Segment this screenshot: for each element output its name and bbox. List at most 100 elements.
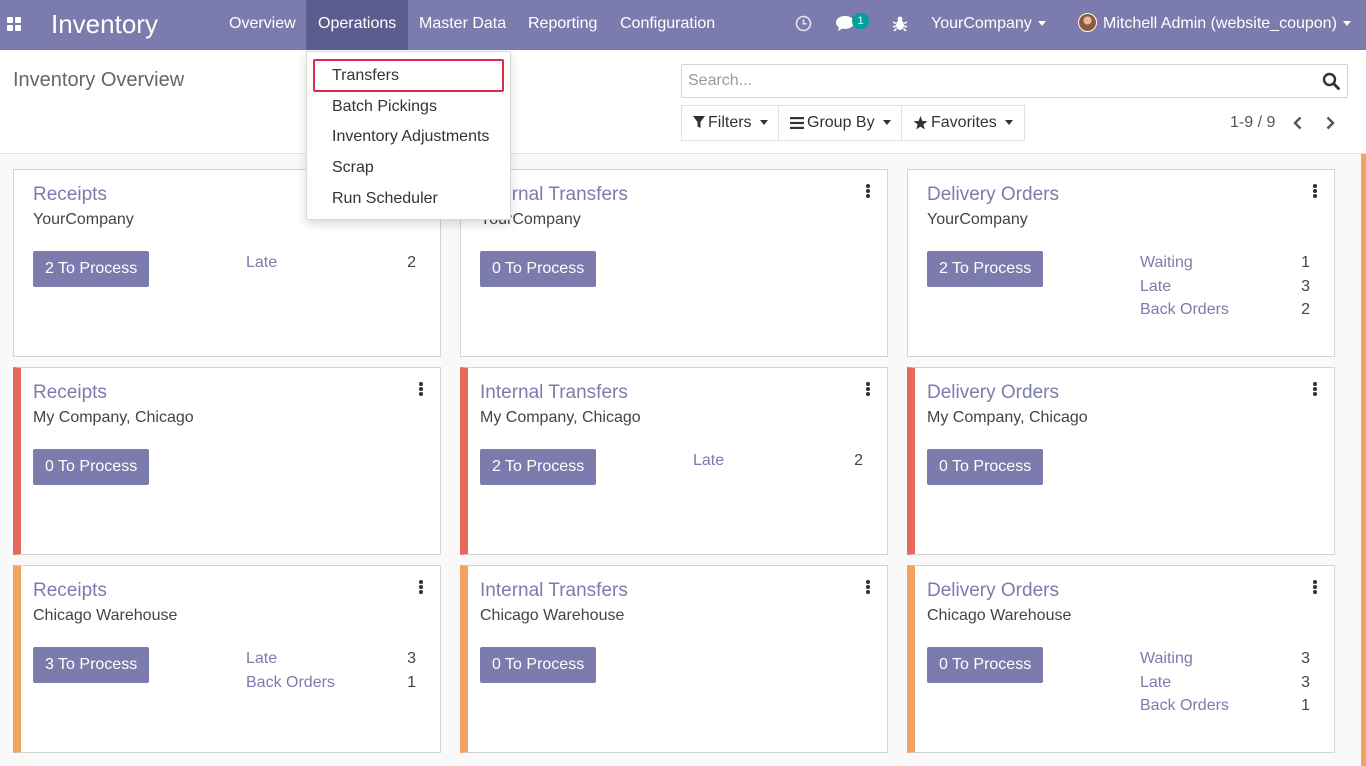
user-name: Mitchell Admin (website_coupon) [1103,15,1337,32]
stat-label[interactable]: Late [246,254,277,272]
card-title[interactable]: Internal Transfers [480,382,628,404]
card-warehouse: Chicago Warehouse [927,607,1072,624]
card-title[interactable]: Internal Transfers [480,580,628,602]
menu-item-transfers[interactable]: Transfers [332,67,399,85]
stat-value: 1 [1301,254,1310,271]
stat-value: 3 [1301,673,1310,691]
favorites-button[interactable]: Favorites [901,105,1025,141]
page-title: Inventory Overview [13,69,185,91]
stat-row[interactable]: Back Orders 2 [1140,301,1310,325]
stat-row[interactable]: Waiting 3 [1140,650,1310,674]
menu-master-data[interactable]: Master Data [407,0,518,50]
to-process-button[interactable]: 0 To Process [480,647,597,683]
chevron-down-icon [1004,120,1013,126]
card-stats: Late 2 [693,452,863,476]
card-title[interactable]: Receipts [33,184,107,206]
to-process-button[interactable]: 3 To Process [33,647,150,683]
kebab-menu-icon[interactable] [866,382,870,396]
kebab-menu-icon[interactable] [419,382,423,396]
chevron-right-icon[interactable] [1323,116,1337,130]
stat-label[interactable]: Waiting [1140,650,1193,668]
menu-item-batch-pickings[interactable]: Batch Pickings [332,98,437,116]
scrollbar-accent [1361,154,1366,766]
to-process-button[interactable]: 2 To Process [480,449,597,485]
menu-operations[interactable]: Operations [306,0,409,50]
operation-card: Receipts My Company, Chicago 0 To Process [13,367,441,555]
filters-button[interactable]: Filters [681,105,780,141]
card-stats: Late 3 Back Orders 1 [246,650,416,697]
kebab-menu-icon[interactable] [419,580,423,594]
chat-badge: 1 [852,13,869,29]
kebab-menu-icon[interactable] [1313,382,1317,396]
company-switcher[interactable]: YourCompany [931,0,1046,50]
user-menu[interactable]: Mitchell Admin (website_coupon) [1103,0,1351,50]
stat-label[interactable]: Back Orders [1140,301,1229,319]
menu-overview[interactable]: Overview [217,0,308,50]
kebab-menu-icon[interactable] [866,184,870,198]
operation-card: Internal Transfers Chicago Warehouse 0 To … [460,565,888,753]
filters-label: Filters [708,114,752,131]
card-stats: Late 2 [246,254,416,278]
stat-label[interactable]: Late [246,650,277,668]
search-box[interactable] [681,64,1348,98]
stat-value: 2 [1301,301,1310,318]
card-title[interactable]: Receipts [33,382,107,404]
stat-row[interactable]: Waiting 1 [1140,254,1310,278]
search-icon[interactable] [1322,72,1340,90]
stat-label[interactable]: Late [693,452,724,470]
stat-label[interactable]: Waiting [1140,254,1193,272]
kebab-menu-icon[interactable] [1313,184,1317,198]
stat-row[interactable]: Late 3 [1140,278,1310,302]
group-by-label: Group By [807,114,875,131]
user-avatar[interactable] [1078,13,1097,32]
stat-row[interactable]: Back Orders 1 [246,674,416,698]
menu-item-inventory-adjustments[interactable]: Inventory Adjustments [332,128,489,146]
menu-configuration[interactable]: Configuration [608,0,727,50]
card-title[interactable]: Delivery Orders [927,382,1059,404]
stat-value: 2 [854,452,863,469]
menu-item-run-scheduler[interactable]: Run Scheduler [332,190,438,208]
stat-row[interactable]: Late 3 [246,650,416,674]
operations-dropdown: Transfers Batch Pickings Inventory Adjus… [306,51,511,220]
card-warehouse: My Company, Chicago [480,409,641,426]
card-warehouse: My Company, Chicago [33,409,194,426]
to-process-button[interactable]: 0 To Process [927,449,1044,485]
apps-grid-icon[interactable] [7,17,21,31]
debug-bug-icon[interactable] [892,15,908,32]
to-process-button[interactable]: 0 To Process [480,251,597,287]
chevron-left-icon[interactable] [1291,116,1305,130]
stat-label[interactable]: Late [1140,674,1171,692]
operation-card: Delivery Orders YourCompany 2 To Process Wa… [907,169,1335,357]
search-input[interactable] [688,65,1308,97]
app-brand[interactable]: Inventory [51,9,158,40]
control-panel: Inventory Overview Filters Group By Favo… [0,50,1366,154]
kebab-menu-icon[interactable] [866,580,870,594]
menu-item-scrap[interactable]: Scrap [332,159,374,177]
stat-row[interactable]: Late 2 [693,452,863,476]
stat-label[interactable]: Late [1140,278,1171,296]
to-process-button[interactable]: 0 To Process [33,449,150,485]
operation-card: Delivery Orders My Company, Chicago 0 To P… [907,367,1335,555]
card-title[interactable]: Delivery Orders [927,580,1059,602]
kebab-menu-icon[interactable] [1313,580,1317,594]
menu-reporting[interactable]: Reporting [516,0,609,50]
stat-row[interactable]: Back Orders 1 [1140,697,1310,721]
stat-label[interactable]: Back Orders [1140,697,1229,715]
group-by-button[interactable]: Group By [778,105,903,141]
stat-value: 3 [1301,277,1310,295]
to-process-button[interactable]: 0 To Process [927,647,1044,683]
stat-row[interactable]: Late 3 [1140,674,1310,698]
stat-value: 3 [407,650,416,667]
card-title[interactable]: Delivery Orders [927,184,1059,206]
pager-value[interactable]: 1-9 / 9 [1230,114,1275,132]
card-title[interactable]: Receipts [33,580,107,602]
stat-label[interactable]: Back Orders [246,674,335,692]
operation-card: Delivery Orders Chicago Warehouse 0 To Pro… [907,565,1335,753]
to-process-button[interactable]: 2 To Process [927,251,1044,287]
operation-card: Receipts Chicago Warehouse 3 To Process Lat… [13,565,441,753]
stat-value: 3 [1301,650,1310,667]
activity-clock-icon[interactable] [795,15,812,32]
to-process-button[interactable]: 2 To Process [33,251,150,287]
card-warehouse: Chicago Warehouse [480,607,625,624]
stat-row[interactable]: Late 2 [246,254,416,278]
